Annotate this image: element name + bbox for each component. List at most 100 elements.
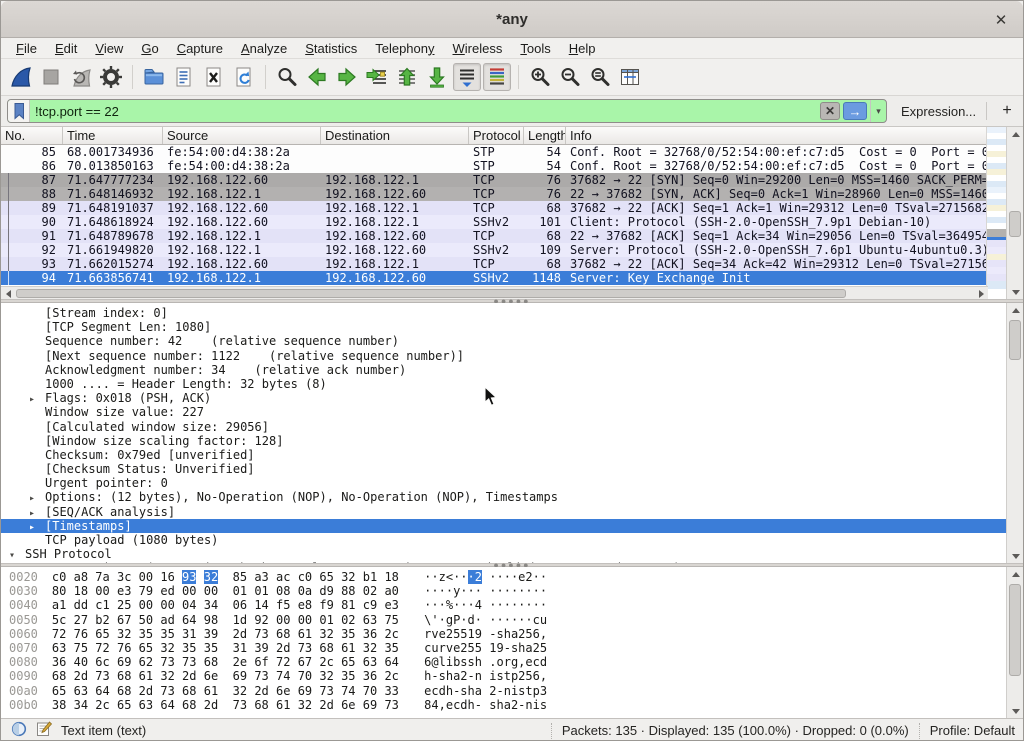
title-bar[interactable]: *any ✕ — [1, 1, 1023, 38]
collapsed-icon[interactable]: ▸ — [29, 492, 45, 504]
filter-bookmark-icon[interactable] — [8, 100, 30, 122]
menu-file[interactable]: File — [7, 39, 46, 58]
packet-row-89[interactable]: 8971.648191037192.168.122.60192.168.122.… — [1, 201, 988, 215]
column-header-source[interactable]: Source — [163, 127, 321, 144]
packet-row-85[interactable]: 8568.001734936fe:54:00:d4:38:2aSTP54Conf… — [1, 145, 988, 159]
hex-vscrollbar[interactable] — [1006, 567, 1023, 718]
column-header-protocol[interactable]: Protocol — [469, 127, 524, 144]
menu-help[interactable]: Help — [560, 39, 605, 58]
zoom-out-icon[interactable] — [556, 63, 584, 91]
menu-statistics[interactable]: Statistics — [296, 39, 366, 58]
packet-row-87[interactable]: 8771.647777234192.168.122.60192.168.122.… — [1, 173, 988, 187]
go-back-icon[interactable] — [303, 63, 331, 91]
capture-file-properties-icon[interactable] — [11, 721, 27, 740]
minimap[interactable] — [986, 127, 1006, 299]
scrollbar-thumb[interactable] — [1009, 584, 1021, 676]
packet-row-91[interactable]: 9171.648789678192.168.122.1192.168.122.6… — [1, 229, 988, 243]
menu-tools[interactable]: Tools — [511, 39, 559, 58]
hex-row-0020[interactable]: 0020c0 a8 7a 3c 00 16 93 32 85 a3 ac c0 … — [9, 570, 1006, 584]
detail-line[interactable]: [TCP Segment Len: 1080] — [1, 320, 1006, 334]
detail-line[interactable]: ▸Options: (12 bytes), No-Operation (NOP)… — [1, 490, 1006, 504]
hex-row-0060[interactable]: 006072 76 65 32 35 35 31 39 2d 73 68 61 … — [9, 627, 1006, 641]
packet-list-vscrollbar[interactable] — [1006, 127, 1023, 299]
hex-row-00b0[interactable]: 00b038 34 2c 65 63 64 68 2d 73 68 61 32 … — [9, 698, 1006, 712]
zoom-original-icon[interactable] — [586, 63, 614, 91]
packet-row-93[interactable]: 9371.662015274192.168.122.60192.168.122.… — [1, 257, 988, 271]
detail-line[interactable]: ▸Flags: 0x018 (PSH, ACK) — [1, 391, 1006, 405]
detail-line[interactable]: [Stream index: 0] — [1, 306, 1006, 320]
packet-row-88[interactable]: 8871.648146932192.168.122.1192.168.122.6… — [1, 187, 988, 201]
detail-line[interactable]: Acknowledgment number: 34 (relative ack … — [1, 363, 1006, 377]
filter-apply-icon[interactable]: → — [843, 102, 867, 120]
resize-columns-icon[interactable] — [616, 63, 644, 91]
packet-row-92[interactable]: 9271.661949820192.168.122.1192.168.122.6… — [1, 243, 988, 257]
detail-line[interactable]: [Calculated window size: 29056] — [1, 420, 1006, 434]
packet-row-86[interactable]: 8670.013850163fe:54:00:d4:38:2aSTP54Conf… — [1, 159, 988, 173]
column-header-length[interactable]: Length — [524, 127, 566, 144]
column-header-no[interactable]: No. — [1, 127, 63, 144]
go-to-packet-icon[interactable] — [363, 63, 391, 91]
capture-options-icon[interactable] — [97, 63, 125, 91]
find-packet-icon[interactable] — [273, 63, 301, 91]
expanded-icon[interactable]: ▾ — [9, 549, 25, 561]
packet-row-94[interactable]: 9471.663856741192.168.122.1192.168.122.6… — [1, 271, 988, 285]
go-first-packet-icon[interactable] — [393, 63, 421, 91]
details-vscrollbar[interactable] — [1006, 303, 1023, 563]
detail-line[interactable]: TCP payload (1080 bytes) — [1, 533, 1006, 547]
menu-edit[interactable]: Edit — [46, 39, 86, 58]
capture-comment-icon[interactable] — [36, 721, 52, 740]
window-close-icon[interactable]: ✕ — [991, 10, 1011, 30]
detail-line[interactable]: 1000 .... = Header Length: 32 bytes (8) — [1, 377, 1006, 391]
detail-line[interactable]: [Checksum Status: Unverified] — [1, 462, 1006, 476]
reload-file-icon[interactable] — [230, 63, 258, 91]
scrollbar-thumb[interactable] — [1009, 320, 1021, 360]
packet-row-90[interactable]: 9071.648618924192.168.122.60192.168.122.… — [1, 215, 988, 229]
detail-line[interactable]: [Window size scaling factor: 128] — [1, 434, 1006, 448]
colorize-packets-icon[interactable] — [483, 63, 511, 91]
detail-line[interactable]: [Next sequence number: 1122 (relative se… — [1, 349, 1006, 363]
menu-wireless[interactable]: Wireless — [444, 39, 512, 58]
zoom-in-icon[interactable] — [526, 63, 554, 91]
go-forward-icon[interactable] — [333, 63, 361, 91]
scroll-down-icon[interactable] — [1007, 285, 1024, 299]
collapsed-icon[interactable]: ▸ — [29, 507, 45, 519]
scrollbar-thumb[interactable] — [1009, 211, 1021, 237]
go-last-packet-icon[interactable] — [423, 63, 451, 91]
menu-go[interactable]: Go — [132, 39, 167, 58]
scroll-up-icon[interactable] — [1007, 567, 1023, 581]
hex-row-0040[interactable]: 0040a1 dd c1 25 00 00 04 34 06 14 f5 e8 … — [9, 598, 1006, 612]
collapsed-icon[interactable]: ▸ — [29, 521, 45, 533]
filter-clear-icon[interactable]: ✕ — [820, 102, 840, 120]
menu-capture[interactable]: Capture — [168, 39, 232, 58]
detail-line[interactable]: Sequence number: 42 (relative sequence n… — [1, 334, 1006, 348]
stop-capture-icon[interactable] — [37, 63, 65, 91]
detail-line[interactable]: Urgent pointer: 0 — [1, 476, 1006, 490]
expression-button[interactable]: Expression... — [901, 104, 976, 119]
hex-row-0070[interactable]: 007063 75 72 76 65 32 35 35 31 39 2d 73 … — [9, 641, 1006, 655]
hex-row-0090[interactable]: 009068 2d 73 68 61 32 2d 6e 69 73 74 70 … — [9, 669, 1006, 683]
scrollbar-thumb[interactable] — [16, 289, 846, 298]
display-filter-input[interactable]: !tcp.port == 22 ✕ → ▾ — [7, 99, 887, 123]
hex-row-00a0[interactable]: 00a065 63 64 68 2d 73 68 61 32 2d 6e 69 … — [9, 684, 1006, 698]
column-header-time[interactable]: Time — [63, 127, 163, 144]
scroll-down-icon[interactable] — [1007, 549, 1023, 563]
menu-analyze[interactable]: Analyze — [232, 39, 296, 58]
detail-line[interactable]: ▸[Timestamps] — [1, 519, 1006, 533]
detail-line[interactable]: Window size value: 227 — [1, 405, 1006, 419]
detail-line[interactable]: ▸[SEQ/ACK analysis] — [1, 505, 1006, 519]
menu-view[interactable]: View — [86, 39, 132, 58]
start-capture-icon[interactable] — [7, 63, 35, 91]
scroll-up-icon[interactable] — [1007, 127, 1024, 141]
restart-capture-icon[interactable] — [67, 63, 95, 91]
filter-dropdown-icon[interactable]: ▾ — [870, 100, 886, 122]
column-header-info[interactable]: Info — [566, 127, 988, 144]
hex-row-0080[interactable]: 008036 40 6c 69 62 73 73 68 2e 6f 72 67 … — [9, 655, 1006, 669]
open-file-icon[interactable] — [140, 63, 168, 91]
hex-row-0030[interactable]: 003080 18 00 e3 79 ed 00 00 01 01 08 0a … — [9, 584, 1006, 598]
menu-telephony[interactable]: Telephony — [366, 39, 443, 58]
add-filter-button[interactable]: + — [997, 102, 1017, 120]
hex-row-0050[interactable]: 00505c 27 b2 67 50 ad 64 98 1d 92 00 00 … — [9, 613, 1006, 627]
column-header-destination[interactable]: Destination — [321, 127, 469, 144]
scroll-up-icon[interactable] — [1007, 303, 1023, 317]
scroll-down-icon[interactable] — [1007, 704, 1023, 718]
